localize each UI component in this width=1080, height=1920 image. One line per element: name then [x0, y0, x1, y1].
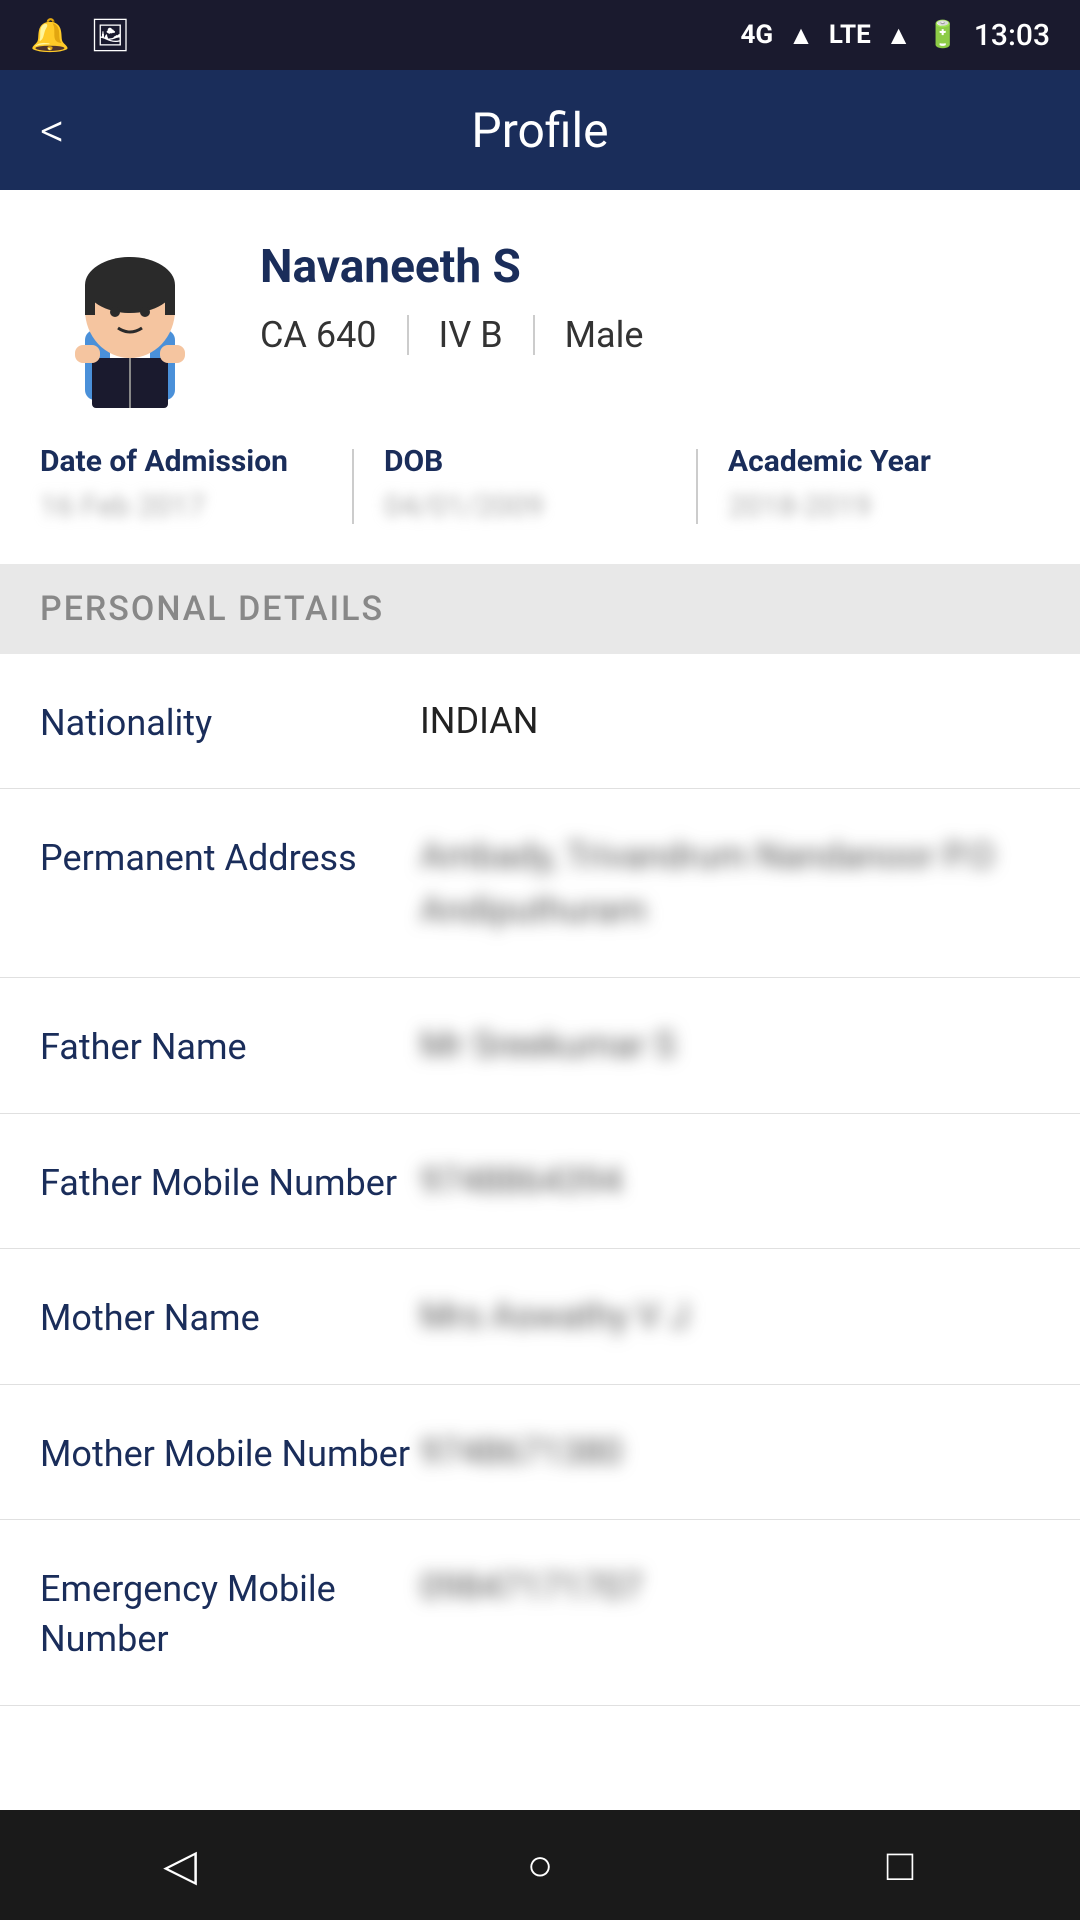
- network-4g: 4G: [740, 20, 773, 50]
- detail-value: 9748864394: [420, 1154, 1040, 1208]
- detail-value: Mr Sreekumar S: [420, 1018, 1040, 1072]
- roll-number: CA 640: [260, 314, 407, 356]
- nav-back-button[interactable]: ◁: [140, 1825, 220, 1905]
- detail-value: INDIAN: [420, 694, 1040, 748]
- detail-row: Emergency Mobile Number09847171707: [0, 1520, 1080, 1706]
- status-bar: 🔔 🖼 4G ▲ LTE ▲ 🔋 13:03: [0, 0, 1080, 70]
- nav-recent-button[interactable]: □: [860, 1825, 940, 1905]
- app-bar: < Profile: [0, 70, 1080, 190]
- detail-row: Mother Mobile Number9748671380: [0, 1385, 1080, 1520]
- detail-value: Mrs Aswathy V J: [420, 1289, 1040, 1343]
- admission-row: Date of Admission 16 Feb 2017 DOB 04/01/…: [0, 414, 1080, 564]
- clock: 13:03: [974, 18, 1050, 53]
- bottom-nav: ◁ ○ □: [0, 1810, 1080, 1920]
- detail-label: Emergency Mobile Number: [40, 1560, 420, 1665]
- section: IV B: [409, 314, 533, 356]
- profile-info: Navaneeth S CA 640 IV B Male: [260, 230, 1040, 356]
- student-meta: CA 640 IV B Male: [260, 314, 1040, 356]
- detail-row: Permanent AddressAmbady, Trivandrum Nand…: [0, 789, 1080, 978]
- detail-label: Father Name: [40, 1018, 420, 1072]
- detail-row: Mother NameMrs Aswathy V J: [0, 1249, 1080, 1384]
- detail-label: Nationality: [40, 694, 420, 748]
- detail-label: Mother Mobile Number: [40, 1425, 420, 1479]
- avatar-container: [40, 230, 220, 414]
- detail-label: Father Mobile Number: [40, 1154, 420, 1208]
- nav-home-button[interactable]: ○: [500, 1825, 580, 1905]
- image-icon: 🖼: [90, 16, 131, 54]
- lte-label: LTE: [829, 20, 871, 50]
- personal-details-section-header: PERSONAL DETAILS: [0, 564, 1080, 654]
- profile-header: Navaneeth S CA 640 IV B Male: [0, 190, 1080, 414]
- detail-value: Ambady, Trivandrum Nandanoor P.O Andiput…: [420, 829, 1040, 937]
- battery-icon: 🔋: [927, 20, 959, 50]
- dob-label: DOB: [384, 444, 666, 479]
- admission-date-value: 16 Feb 2017: [40, 489, 322, 524]
- signal-icon: ▲: [788, 20, 814, 51]
- academic-year-item: Academic Year 2018-2019: [698, 444, 1040, 524]
- detail-label: Permanent Address: [40, 829, 420, 883]
- page-title: Profile: [471, 102, 608, 159]
- dob-item: DOB 04/01/2009: [354, 444, 696, 524]
- admission-date-item: Date of Admission 16 Feb 2017: [40, 444, 352, 524]
- avatar: [40, 230, 220, 410]
- detail-label: Mother Name: [40, 1289, 420, 1343]
- detail-value: 09847171707: [420, 1560, 1040, 1614]
- status-bar-left: 🔔 🖼: [30, 16, 130, 54]
- detail-value: 9748671380: [420, 1425, 1040, 1479]
- gender: Male: [535, 314, 674, 356]
- personal-details-list: NationalityINDIANPermanent AddressAmbady…: [0, 654, 1080, 1706]
- dob-value: 04/01/2009: [384, 489, 666, 524]
- detail-row: Father NameMr Sreekumar S: [0, 978, 1080, 1113]
- back-button[interactable]: <: [40, 102, 65, 159]
- detail-row: Father Mobile Number9748864394: [0, 1114, 1080, 1249]
- status-bar-right: 4G ▲ LTE ▲ 🔋 13:03: [740, 18, 1050, 53]
- personal-details-title: PERSONAL DETAILS: [40, 589, 384, 629]
- student-name: Navaneeth S: [260, 240, 1040, 294]
- academic-year-label: Academic Year: [728, 444, 1010, 479]
- signal-icon-2: ▲: [886, 20, 912, 51]
- academic-year-value: 2018-2019: [728, 489, 1010, 524]
- admission-date-label: Date of Admission: [40, 444, 322, 479]
- notification-icon: 🔔: [30, 16, 70, 54]
- detail-row: NationalityINDIAN: [0, 654, 1080, 789]
